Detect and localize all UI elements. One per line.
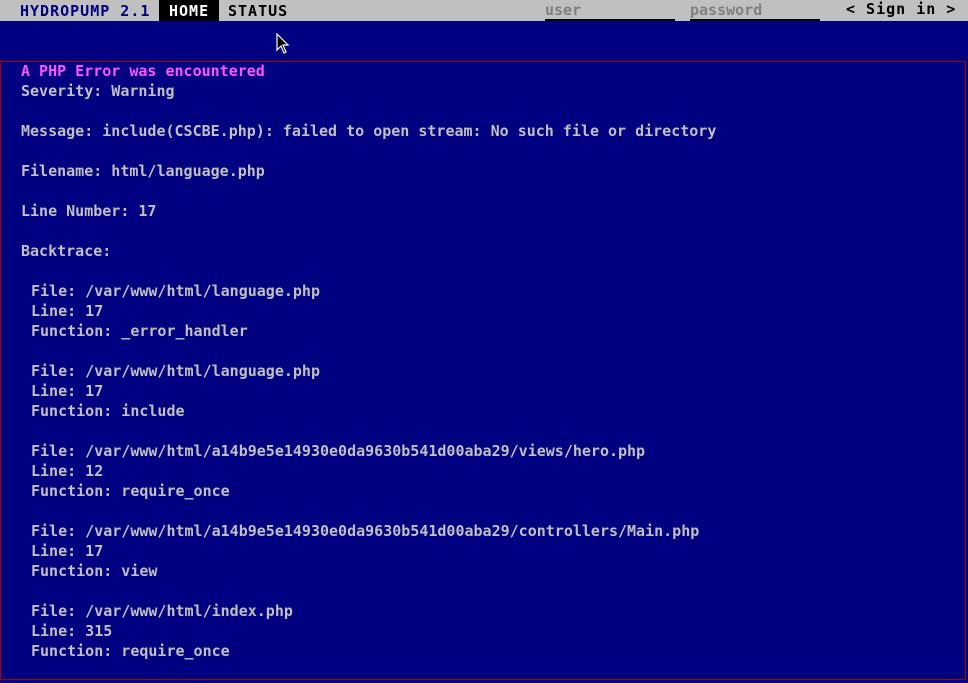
backtrace-function: Function: _error_handler [31, 322, 248, 340]
password-input[interactable] [690, 0, 820, 21]
error-heading: A PHP Error was encountered [21, 62, 265, 80]
backtrace-function: Function: require_once [31, 642, 230, 660]
nav-home[interactable]: HOME [159, 0, 220, 21]
backtrace-file: File: /var/www/html/language.php [31, 282, 320, 300]
error-line-number: Line Number: 17 [21, 202, 157, 220]
backtrace-file: File: /var/www/html/a14b9e5e14930e0da963… [31, 522, 700, 540]
backtrace-line: Line: 17 [31, 302, 104, 320]
username-input[interactable] [545, 0, 675, 21]
nav-status[interactable]: STATUS [228, 2, 288, 20]
error-severity: Severity: Warning [21, 82, 175, 100]
backtrace-line: Line: 17 [31, 542, 104, 560]
backtrace-file: File: /var/www/html/a14b9e5e14930e0da963… [31, 442, 646, 460]
app-title: HYDROPUMP 2.1 [20, 2, 151, 20]
backtrace-function: Function: include [31, 402, 185, 420]
backtrace-function: Function: view [31, 562, 158, 580]
backtrace-line: Line: 315 [31, 622, 113, 640]
backtrace-file: File: /var/www/html/language.php [31, 362, 320, 380]
backtrace-label: Backtrace: [21, 242, 112, 260]
mouse-pointer-icon [276, 33, 290, 54]
top-menu-bar: HYDROPUMP 2.1 HOME STATUS < Sign in > [0, 0, 968, 21]
error-message: Message: include(CSCBE.php): failed to o… [21, 122, 717, 140]
backtrace-function: Function: require_once [31, 482, 230, 500]
error-filename: Filename: html/language.php [21, 162, 265, 180]
sign-in-button[interactable]: < Sign in > [846, 0, 956, 18]
backtrace-file: File: /var/www/html/index.php [31, 602, 293, 620]
backtrace-line: Line: 17 [31, 382, 104, 400]
backtrace-line: Line: 12 [31, 462, 104, 480]
